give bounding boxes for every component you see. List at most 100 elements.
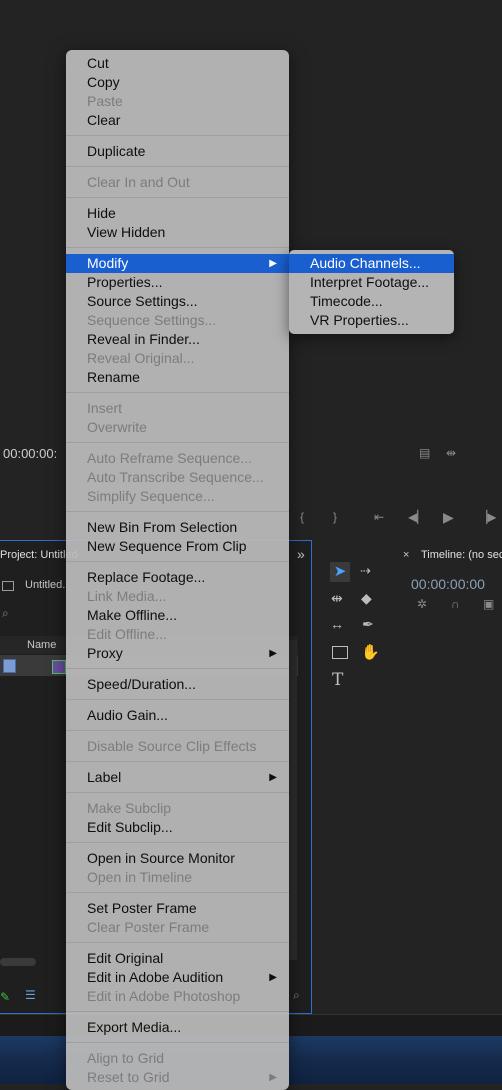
menu-item-duplicate[interactable]: Duplicate [66, 142, 289, 161]
timeline-panel [396, 545, 502, 1015]
menu-item-label: Open in Timeline [87, 869, 193, 885]
selection-tool-icon[interactable]: ➤ [330, 562, 350, 582]
slip-tool-icon[interactable]: ↔ [330, 616, 344, 632]
linked-selection-icon[interactable]: ∩ [451, 597, 460, 611]
menu-item-edit-in-adobe-audition[interactable]: Edit in Adobe Audition ▶ [66, 968, 289, 987]
menu-item-edit-in-adobe-photoshop: Edit in Adobe Photoshop [66, 987, 289, 1006]
submenu-item-audio-channels[interactable]: Audio Channels... [289, 254, 454, 273]
panel-overflow-icon[interactable]: » [297, 546, 305, 562]
menu-item-copy[interactable]: Copy [66, 73, 289, 92]
menu-item-replace-footage[interactable]: Replace Footage... [66, 568, 289, 587]
type-tool-icon[interactable]: T [332, 670, 343, 690]
menu-separator [66, 668, 289, 669]
menu-item-label: Simplify Sequence... [87, 488, 215, 504]
rectangle-tool-icon[interactable] [332, 646, 348, 659]
step-forward-icon[interactable]: ▕▶ [478, 510, 496, 524]
razor-tool-icon[interactable]: ◆ [361, 590, 372, 607]
menu-item-label: Reset to Grid [87, 1069, 170, 1085]
menu-item-label: Sequence Settings... [87, 312, 217, 328]
source-timecode: 00:00:00: [3, 446, 58, 461]
menu-item-label: New Sequence From Clip [87, 538, 247, 554]
menu-item-speed-duration[interactable]: Speed/Duration... [66, 675, 289, 694]
menu-separator [66, 166, 289, 167]
menu-item-label: View Hidden [87, 224, 166, 240]
menu-separator [66, 561, 289, 562]
menu-item-edit-original[interactable]: Edit Original [66, 949, 289, 968]
menu-separator [66, 792, 289, 793]
submenu-arrow-icon: ▶ [269, 1072, 277, 1083]
submenu-item-timecode[interactable]: Timecode... [289, 292, 454, 311]
menu-separator [66, 942, 289, 943]
menu-item-simplify-sequence: Simplify Sequence... [66, 487, 289, 506]
timeline-tab[interactable]: Timeline: (no sec [421, 549, 502, 561]
menu-item-set-poster-frame[interactable]: Set Poster Frame [66, 899, 289, 918]
settings-icon[interactable]: ⇹ [446, 446, 456, 460]
timeline-close-icon[interactable]: × [403, 549, 409, 561]
menu-item-label: Properties... [87, 274, 163, 290]
menu-item-clear[interactable]: Clear [66, 111, 289, 130]
write-icon[interactable]: ✎ [0, 990, 10, 1004]
menu-item-label[interactable]: Label ▶ [66, 768, 289, 787]
play-icon[interactable]: ▶ [443, 509, 454, 526]
submenu-item-vr-properties[interactable]: VR Properties... [289, 311, 454, 330]
menu-item-label: Duplicate [87, 143, 146, 159]
menu-item-source-settings[interactable]: Source Settings... [66, 292, 289, 311]
export-frame-icon[interactable]: ▤ [419, 446, 430, 460]
menu-item-properties[interactable]: Properties... [66, 273, 289, 292]
menu-item-label: Align to Grid [87, 1050, 165, 1066]
scrollbar[interactable] [289, 640, 297, 960]
mark-in-icon[interactable]: { [300, 510, 304, 524]
name-column-header[interactable]: Name [27, 639, 56, 651]
menu-item-modify[interactable]: Modify ▶ [66, 254, 289, 273]
snap-icon[interactable]: ✲ [417, 597, 427, 611]
menu-item-label: New Bin From Selection [87, 519, 238, 535]
menu-item-export-media[interactable]: Export Media... [66, 1018, 289, 1037]
bin-icon [2, 581, 14, 591]
hand-tool-icon[interactable]: ✋ [361, 643, 380, 661]
menu-item-overwrite: Overwrite [66, 418, 289, 437]
menu-item-audio-gain[interactable]: Audio Gain... [66, 706, 289, 725]
mark-out-icon[interactable]: } [333, 510, 337, 524]
menu-item-edit-subclip[interactable]: Edit Subclip... [66, 818, 289, 837]
menu-item-new-sequence-from-clip[interactable]: New Sequence From Clip [66, 537, 289, 556]
menu-item-label: Clear In and Out [87, 174, 190, 190]
menu-item-label: Edit Offline... [87, 626, 167, 642]
menu-item-reveal-in-finder[interactable]: Reveal in Finder... [66, 330, 289, 349]
menu-item-reveal-original: Reveal Original... [66, 349, 289, 368]
menu-item-cut[interactable]: Cut [66, 54, 289, 73]
pen-tool-icon[interactable]: ✒ [362, 616, 374, 633]
menu-separator [66, 699, 289, 700]
add-marker-icon[interactable]: ▣ [483, 597, 494, 611]
menu-item-label: Make Subclip [87, 800, 172, 816]
menu-item-reset-to-grid: Reset to Grid ▶ [66, 1068, 289, 1087]
menu-item-hide[interactable]: Hide [66, 204, 289, 223]
menu-item-open-in-source-monitor[interactable]: Open in Source Monitor [66, 849, 289, 868]
bottom-search-icon[interactable]: ⌕ [293, 988, 300, 1003]
menu-item-label: Label [87, 769, 122, 785]
project-file-name: Untitled. [25, 579, 66, 591]
track-select-tool-icon[interactable]: ⇢ [360, 563, 371, 579]
search-icon[interactable]: ⌕ [2, 606, 9, 621]
menu-item-edit-offline: Edit Offline... [66, 625, 289, 644]
clip-thumbnail-icon [52, 660, 66, 674]
menu-item-sequence-settings: Sequence Settings... [66, 311, 289, 330]
menu-separator [66, 392, 289, 393]
menu-item-new-bin-from-selection[interactable]: New Bin From Selection [66, 518, 289, 537]
menu-item-make-offline[interactable]: Make Offline... [66, 606, 289, 625]
menu-item-proxy[interactable]: Proxy ▶ [66, 644, 289, 663]
ripple-edit-tool-icon[interactable]: ⇹ [331, 590, 343, 607]
go-to-in-icon[interactable]: ⇤ [374, 510, 384, 524]
menu-item-rename[interactable]: Rename [66, 368, 289, 387]
menu-separator [66, 1011, 289, 1012]
menu-item-label: Hide [87, 205, 116, 221]
menu-item-view-hidden[interactable]: View Hidden [66, 223, 289, 242]
menu-item-label: Rename [87, 369, 140, 385]
submenu-item-interpret-footage[interactable]: Interpret Footage... [289, 273, 454, 292]
menu-item-label: Open in Source Monitor [87, 850, 235, 866]
step-back-icon[interactable]: ◀▏ [408, 510, 426, 524]
menu-item-label: Insert [87, 400, 123, 416]
horizontal-scrollbar[interactable] [0, 958, 36, 966]
list-view-icon[interactable]: ☰ [25, 988, 36, 1002]
submenu-item-label: Interpret Footage... [310, 274, 430, 290]
menu-separator [66, 197, 289, 198]
